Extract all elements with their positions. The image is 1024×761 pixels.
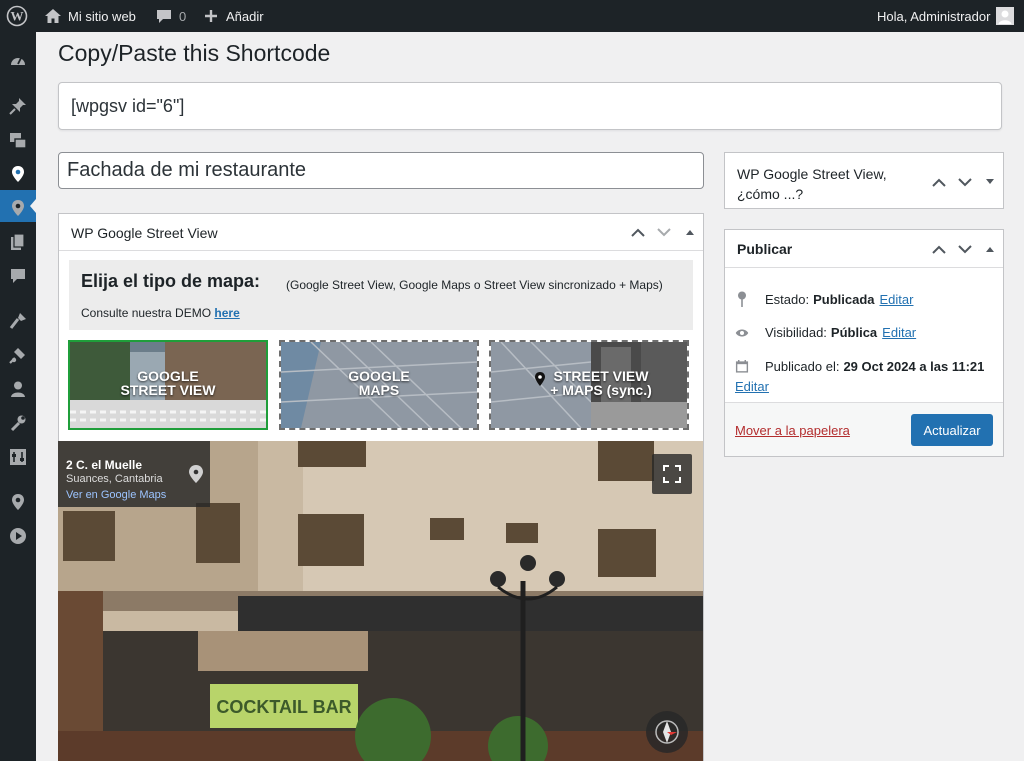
chevron-up-icon[interactable] xyxy=(628,222,648,242)
tile-google-maps-line1: GOOGLE xyxy=(348,368,410,384)
street-view-address: 2 C. el Muelle xyxy=(66,458,143,472)
eye-icon xyxy=(735,327,749,339)
tile-google-maps-line2: MAPS xyxy=(358,382,400,398)
status-pin-icon xyxy=(735,291,749,307)
sidebar-active-arrow xyxy=(30,199,36,213)
edit-date-link[interactable]: Editar xyxy=(735,379,769,394)
toggle-panel-arrow-icon[interactable] xyxy=(980,239,1000,259)
publish-title: Publicar xyxy=(737,241,793,257)
map-type-title: Elija el tipo de mapa: xyxy=(81,271,261,291)
status-row: Estado: Publicada Editar xyxy=(735,291,913,307)
toggle-panel-arrow-icon[interactable] xyxy=(980,172,1000,192)
svg-text:COCKTAIL BAR: COCKTAIL BAR xyxy=(216,697,351,717)
publish-metabox: Publicar Estado: Publicada Editar Visibi… xyxy=(724,229,1004,457)
plus-icon xyxy=(204,9,218,23)
calendar-icon xyxy=(735,359,749,374)
status-value: Publicada xyxy=(813,291,875,307)
demo-text: Consulte nuestra DEMO here xyxy=(81,306,240,320)
toggle-panel-arrow-icon[interactable] xyxy=(680,222,700,242)
published-value: 29 Oct 2024 a las 11:21 xyxy=(843,359,985,374)
site-name: Mi sitio web xyxy=(68,8,136,24)
view-in-google-maps-link[interactable]: Ver en Google Maps xyxy=(66,489,166,501)
new-label: Añadir xyxy=(226,8,264,24)
admin-bar: W Mi sitio web 0 Añadir Hola, Administra… xyxy=(0,0,1024,32)
update-button[interactable]: Actualizar xyxy=(911,414,993,446)
street-view-panorama[interactable]: COCKTAIL BAR 2 C. el Muelle Suances, Can… xyxy=(58,441,703,761)
tile-sync-label: STREET VIEW + MAPS (sync.) xyxy=(515,369,687,397)
wordpress-logo-icon[interactable]: W xyxy=(6,0,28,32)
howto-metabox-title: WP Google Street View, ¿cómo ...? xyxy=(737,164,887,204)
admin-sidebar xyxy=(0,32,36,761)
comments-icon[interactable] xyxy=(7,265,29,287)
tile-street-view[interactable]: GOOGLE STREET VIEW xyxy=(68,340,268,430)
my-account-link[interactable]: Hola, Administrador xyxy=(877,0,1015,32)
move-to-trash-link[interactable]: Mover a la papelera xyxy=(735,423,850,438)
play-icon[interactable] xyxy=(7,525,29,547)
edit-date-row: Editar xyxy=(735,379,769,394)
visibility-value: Pública xyxy=(830,325,878,340)
visibility-label: Visibilidad: xyxy=(765,325,827,340)
post-title-input[interactable]: Fachada de mi restaurante xyxy=(58,152,704,189)
appearance-icon[interactable] xyxy=(7,310,29,332)
compass-icon[interactable] xyxy=(646,711,688,753)
tools-icon[interactable] xyxy=(7,412,29,434)
street-view-city: Suances, Cantabria xyxy=(66,473,163,485)
howto-metabox: WP Google Street View, ¿cómo ...? xyxy=(724,152,1004,209)
pin-icon[interactable] xyxy=(7,95,29,117)
tile-street-view-line1: GOOGLE xyxy=(137,368,199,384)
svg-text:W: W xyxy=(11,9,24,24)
pages-icon[interactable] xyxy=(7,231,29,253)
comments-count: 0 xyxy=(179,8,187,24)
edit-visibility-link[interactable]: Editar xyxy=(882,325,916,340)
tile-street-view-label: GOOGLE STREET VIEW xyxy=(70,369,266,397)
tile-google-maps-label: GOOGLE MAPS xyxy=(281,369,477,397)
tile-google-maps[interactable]: GOOGLE MAPS xyxy=(279,340,479,430)
chevron-up-icon[interactable] xyxy=(929,172,949,192)
site-home-link[interactable]: Mi sitio web xyxy=(44,0,136,32)
published-label: Publicado el: xyxy=(765,359,840,374)
street-view-info-card: 2 C. el Muelle Suances, Cantabria Ver en… xyxy=(58,441,210,507)
published-date-row: Publicado el: 29 Oct 2024 a las 11:21 xyxy=(735,359,984,374)
chevron-down-icon[interactable] xyxy=(955,239,975,259)
shortcode-field[interactable]: [wpgsv id="6"] xyxy=(58,82,1002,130)
dashboard-icon[interactable] xyxy=(7,50,29,72)
demo-link[interactable]: here xyxy=(214,306,239,320)
map-type-panel: Elija el tipo de mapa: (Google Street Vi… xyxy=(69,260,693,330)
home-icon xyxy=(44,8,62,24)
status-label: Estado: xyxy=(765,291,810,307)
visibility-row: Visibilidad: Pública Editar xyxy=(735,325,916,340)
map-type-subtitle: (Google Street View, Google Maps o Stree… xyxy=(286,278,663,292)
howto-title-line2: ¿cómo ...? xyxy=(737,186,804,202)
tile-street-view-line2: STREET VIEW xyxy=(120,382,216,398)
comments-link[interactable]: 0 xyxy=(156,0,186,32)
howto-title-line1: WP Google Street View, xyxy=(737,166,887,182)
tile-sync-line2: + MAPS (sync.) xyxy=(550,382,652,398)
publish-actions: Mover a la papelera Actualizar xyxy=(725,402,1003,456)
media-icon[interactable] xyxy=(7,129,29,151)
new-content-link[interactable]: Añadir xyxy=(204,0,264,32)
avatar xyxy=(996,7,1015,25)
gsv-metabox-header: WP Google Street View xyxy=(59,214,703,251)
settings-icon[interactable] xyxy=(7,446,29,468)
users-icon[interactable] xyxy=(7,378,29,400)
fullscreen-icon[interactable] xyxy=(652,454,692,494)
location-pin-icon[interactable] xyxy=(182,441,210,507)
comment-bubble-icon xyxy=(156,9,172,24)
tile-street-view-maps-sync[interactable]: STREET VIEW + MAPS (sync.) xyxy=(489,340,689,430)
chevron-down-icon[interactable] xyxy=(654,222,674,242)
chevron-up-icon[interactable] xyxy=(929,239,949,259)
publish-metabox-header: Publicar xyxy=(725,230,1003,268)
location-icon[interactable] xyxy=(7,491,29,513)
greeting: Hola, Administrador xyxy=(877,8,991,24)
location-icon-active[interactable] xyxy=(7,163,29,185)
edit-status-link[interactable]: Editar xyxy=(880,292,914,307)
gsv-metabox-title: WP Google Street View xyxy=(71,225,218,241)
location-icon[interactable] xyxy=(7,197,29,219)
chevron-down-icon[interactable] xyxy=(955,172,975,192)
tile-sync-line1: STREET VIEW xyxy=(553,368,649,384)
plugins-icon[interactable] xyxy=(7,344,29,366)
demo-label: Consulte nuestra DEMO xyxy=(81,306,212,320)
shortcode-heading: Copy/Paste this Shortcode xyxy=(58,40,331,66)
